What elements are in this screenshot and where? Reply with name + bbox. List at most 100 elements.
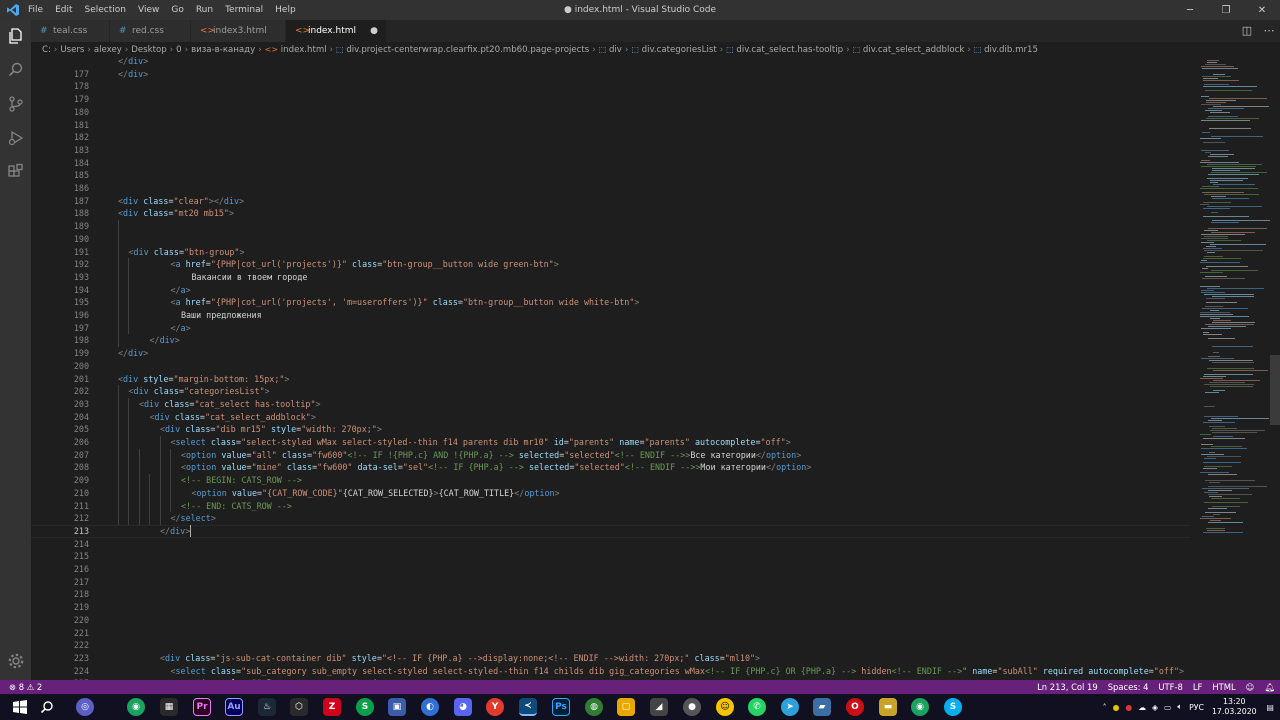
tray-chevron-icon[interactable]: ˄: [1103, 703, 1107, 712]
tray-app-icon[interactable]: ◈: [1152, 703, 1158, 712]
app-icon-3[interactable]: ◐: [421, 698, 439, 716]
unsaved-dot-icon[interactable]: ●: [370, 20, 378, 42]
feedback-icon[interactable]: ☺: [1241, 680, 1260, 694]
search-icon[interactable]: [5, 59, 26, 80]
tray-app-icon[interactable]: ☁: [1138, 703, 1146, 712]
breadcrumb-item[interactable]: index.html: [281, 45, 327, 55]
menu-help[interactable]: Help: [269, 0, 302, 20]
code-line[interactable]: <select class="sub_category sub_empty se…: [170, 665, 1184, 678]
indentation[interactable]: Spaces: 4: [1103, 680, 1154, 694]
code-line[interactable]: <option value="mine" class="fw600" data-…: [181, 461, 811, 474]
code-line[interactable]: </div>: [118, 347, 148, 360]
run-debug-icon[interactable]: [5, 127, 26, 148]
breadcrumb-item[interactable]: div.project-centerwrap.clearfix.pt20.mb6…: [346, 45, 589, 55]
steam-icon[interactable]: ♨: [258, 698, 276, 716]
source-control-icon[interactable]: [5, 93, 26, 114]
split-editor-icon[interactable]: ◫: [1236, 20, 1258, 42]
breadcrumb-item[interactable]: 0: [176, 45, 181, 55]
problems-indicator[interactable]: ⊗ 8 ⚠ 2: [9, 680, 42, 694]
notifications-icon[interactable]: ▤: [1267, 703, 1274, 712]
app-icon[interactable]: ◎: [76, 698, 94, 716]
breadcrumb-item[interactable]: Users: [60, 45, 84, 55]
menu-go[interactable]: Go: [165, 0, 189, 20]
code-line[interactable]: </a>: [170, 284, 190, 297]
code-line[interactable]: <!-- BEGIN: CATS_ROW -->: [181, 474, 302, 487]
app-icon-4[interactable]: ◍: [585, 698, 603, 716]
network-icon[interactable]: ▭: [1164, 703, 1171, 712]
language-indicator[interactable]: РУС: [1189, 703, 1204, 712]
discord-icon[interactable]: ◕: [454, 698, 472, 716]
code-line[interactable]: </a>: [170, 322, 190, 335]
code-line[interactable]: <div class="categoriesList">: [128, 385, 269, 398]
skype-green-icon[interactable]: S: [356, 698, 374, 716]
clock[interactable]: 13:20 17.03.2020: [1212, 697, 1257, 717]
breadcrumb-item[interactable]: Desktop: [131, 45, 166, 55]
code-line[interactable]: <div class="js-sub-cat-container dib" st…: [160, 652, 760, 665]
skype-icon[interactable]: S: [944, 698, 962, 716]
photoshop-icon[interactable]: Ps: [552, 698, 570, 716]
code-line[interactable]: <!-- END: CATS_ROW -->: [181, 500, 292, 513]
bell-icon[interactable]: 🔔︎: [1259, 680, 1280, 694]
code-line[interactable]: </div>: [118, 57, 148, 68]
app-icon-6[interactable]: ◢: [650, 698, 668, 716]
code-line[interactable]: <div class="cat_select_addblock">: [149, 411, 315, 424]
code-line[interactable]: </div>: [118, 68, 148, 81]
code-line[interactable]: Вакансии в твоем городе: [191, 271, 307, 284]
menu-view[interactable]: View: [132, 0, 165, 20]
tab-red-css[interactable]: # red.css: [110, 20, 190, 42]
app-icon-10[interactable]: ▬: [879, 698, 897, 716]
scrollbar-thumb[interactable]: [1270, 355, 1280, 425]
breadcrumb-item[interactable]: div.dib.mr15: [984, 45, 1038, 55]
minimize-icon[interactable]: ─: [1172, 0, 1208, 20]
opera-icon[interactable]: O: [846, 698, 864, 716]
code-line[interactable]: <div style="margin-bottom: 15px;">: [118, 373, 289, 386]
audition-icon[interactable]: Au: [225, 698, 243, 716]
settings-gear-icon[interactable]: [5, 650, 26, 671]
app-icon-8[interactable]: ☺: [716, 698, 734, 716]
app-icon-7[interactable]: ●: [683, 698, 701, 716]
menu-run[interactable]: Run: [190, 0, 219, 20]
code-line[interactable]: <option value="all" class="fw600"<!-- IF…: [181, 449, 801, 462]
code-line[interactable]: </select>: [170, 512, 215, 525]
premiere-icon[interactable]: Pr: [193, 698, 211, 716]
more-actions-icon[interactable]: ⋯: [1258, 20, 1280, 42]
code-line[interactable]: <option value="{CAT_ROW_CODE}"{CAT_ROW_S…: [191, 487, 559, 500]
tab-teal-css[interactable]: # teal.css: [31, 20, 109, 42]
menu-file[interactable]: File: [22, 0, 49, 20]
code-line[interactable]: <div class="btn-group">: [128, 246, 244, 259]
filezilla-icon[interactable]: Z: [323, 698, 341, 716]
cursor-position[interactable]: Ln 213, Col 19: [1032, 680, 1103, 694]
code-line[interactable]: </div>: [149, 334, 179, 347]
chrome-icon[interactable]: ◉: [127, 698, 145, 716]
tab-index3-html[interactable]: <> index3.html: [191, 20, 285, 42]
app-icon-5[interactable]: ▢: [617, 698, 635, 716]
breadcrumb-item[interactable]: виза-в-канаду: [191, 45, 255, 55]
restore-icon[interactable]: ❐: [1208, 0, 1244, 20]
yandex-icon[interactable]: Y: [486, 698, 504, 716]
code-line[interactable]: <div class="clear"></div>: [118, 195, 244, 208]
explorer-icon[interactable]: [5, 25, 26, 46]
breadcrumb-item[interactable]: div.cat_select.has-tooltip: [736, 45, 843, 55]
code-editor[interactable]: 177 178 179 180 181 182 183 184 185 186 187 188 189 1…: [31, 57, 1190, 680]
vscode-taskbar-icon[interactable]: ≺: [519, 698, 537, 716]
app-icon-9[interactable]: ▰: [813, 698, 831, 716]
language-mode[interactable]: HTML: [1207, 680, 1240, 694]
code-line[interactable]: </div>: [160, 525, 190, 538]
menu-selection[interactable]: Selection: [79, 0, 132, 20]
tray-app-icon[interactable]: ●: [1125, 703, 1132, 712]
minimap[interactable]: [1190, 57, 1280, 680]
code-line[interactable]: <div class="mt20 mb15">: [118, 207, 234, 220]
code-line[interactable]: <div class="dib mr15" style="width: 270p…: [160, 423, 382, 436]
explorer-taskbar-icon[interactable]: ▦: [160, 698, 178, 716]
app-icon-2[interactable]: ▣: [388, 698, 406, 716]
end-of-line[interactable]: LF: [1188, 680, 1207, 694]
app-cube-icon[interactable]: ⬡: [290, 698, 308, 716]
search-taskbar-icon[interactable]: [38, 698, 56, 716]
menu-edit[interactable]: Edit: [49, 0, 78, 20]
telegram-icon[interactable]: ➤: [781, 698, 799, 716]
code-line[interactable]: <select class="select-styled wMax select…: [170, 436, 790, 449]
close-icon[interactable]: ✕: [1244, 0, 1280, 20]
code-line[interactable]: <div class="cat_select has-tooltip">: [139, 398, 321, 411]
breadcrumb-item[interactable]: div.cat_select_addblock: [863, 45, 964, 55]
extensions-icon[interactable]: [5, 161, 26, 182]
